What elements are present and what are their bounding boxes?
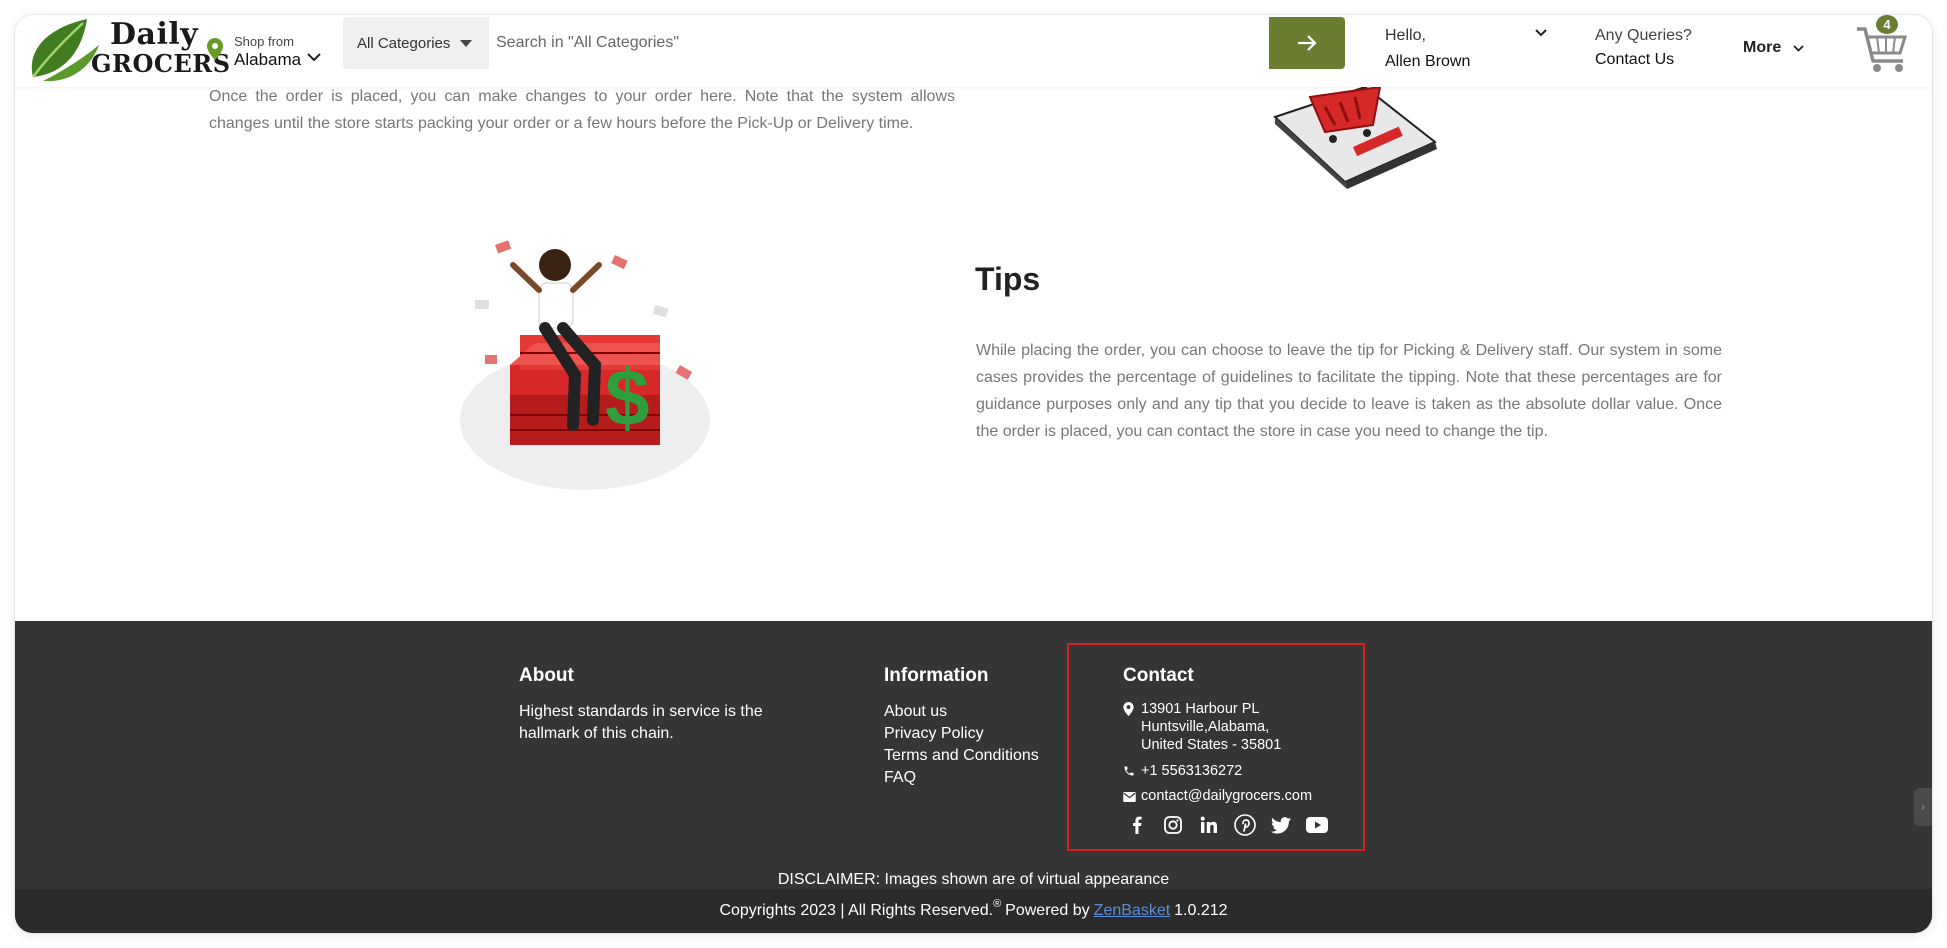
footer-link-faq[interactable]: FAQ [884, 767, 1039, 789]
tips-paragraph: While placing the order, you can choose … [976, 342, 1722, 440]
more-menu[interactable]: More [1743, 33, 1804, 63]
facebook-icon[interactable] [1125, 813, 1149, 837]
search-submit-button[interactable] [1269, 17, 1345, 69]
category-dropdown-label: All Categories [357, 34, 451, 52]
instagram-icon[interactable] [1161, 813, 1185, 837]
tips-money-illustration: $ [460, 240, 710, 490]
daily-grocers-logo[interactable]: Daily GROCERS [25, 15, 230, 87]
about-heading: About [519, 665, 574, 686]
shop-from-value: Alabama [234, 50, 302, 69]
location-pin-icon [1123, 700, 1141, 754]
chevron-down-icon [1535, 29, 1547, 37]
mail-icon [1123, 787, 1141, 807]
disclaimer-text: DISCLAIMER: Images shown are of virtual … [777, 871, 1170, 888]
top-header: Daily GROCERS Shop from Alabama All Cate… [15, 15, 1932, 87]
contact-email[interactable]: contact@dailygrocers.com [1123, 787, 1312, 807]
category-dropdown[interactable]: All Categories [343, 17, 489, 69]
registered-mark: ® [993, 898, 1002, 910]
youtube-icon[interactable] [1305, 813, 1329, 837]
search-input[interactable] [489, 17, 1269, 69]
caret-down-icon [460, 39, 473, 47]
contact-heading: Contact [1123, 665, 1194, 686]
queries-label: Any Queries? [1595, 27, 1692, 44]
email-address: contact@dailygrocers.com [1141, 788, 1313, 804]
site-footer: About Highest standards in service is th… [15, 621, 1932, 933]
zenbasket-link[interactable]: ZenBasket [1094, 902, 1170, 920]
shop-from-label: Shop from [234, 34, 294, 49]
linkedin-icon[interactable] [1197, 813, 1221, 837]
phone-icon [1123, 762, 1141, 782]
footer-link-privacy-policy[interactable]: Privacy Policy [884, 723, 1039, 745]
greeting-text: Hello, [1385, 27, 1426, 44]
user-name: Allen Brown [1385, 53, 1471, 70]
contact-us-link[interactable]: Any Queries? Contact Us [1595, 21, 1715, 73]
svg-text:$: $ [605, 353, 650, 442]
contact-us-text: Contact Us [1595, 51, 1675, 68]
information-heading: Information [884, 665, 989, 686]
shop-from-selector[interactable]: Shop from Alabama [207, 25, 327, 75]
order-changes-paragraph: Once the order is placed, you can make c… [209, 88, 955, 132]
cart-button[interactable]: 4 [1855, 15, 1911, 75]
phone-number: +1 5563136272 [1141, 763, 1243, 779]
contact-phone[interactable]: +1 5563136272 [1123, 762, 1242, 782]
cart-count-badge: 4 [1876, 15, 1898, 34]
version-text: 1.0.212 [1174, 902, 1228, 919]
about-text: Highest standards in service is the hall… [519, 703, 763, 742]
chevron-down-icon [1793, 44, 1804, 52]
footer-link-terms[interactable]: Terms and Conditions [884, 745, 1039, 767]
search-bar: All Categories [343, 17, 1345, 69]
browser-page: Daily GROCERS Shop from Alabama All Cate… [15, 15, 1932, 933]
location-pin-icon [207, 38, 223, 60]
powered-by-text: Powered by [1005, 902, 1090, 919]
copyright-text: Copyrights 2023 | All Rights Reserved. [719, 902, 994, 919]
address-line-1: 13901 Harbour PL [1141, 701, 1260, 717]
arrow-right-icon [1298, 35, 1317, 51]
pinterest-icon[interactable] [1233, 813, 1257, 837]
address-line-2: Huntsville,Alabama, [1141, 719, 1270, 735]
contact-address: 13901 Harbour PL Huntsville,Alabama, Uni… [1123, 700, 1281, 754]
more-label: More [1743, 39, 1782, 56]
twitter-icon[interactable] [1269, 813, 1293, 837]
user-account-menu[interactable]: Hello, Allen Brown [1385, 21, 1555, 73]
footer-link-about-us[interactable]: About us [884, 701, 1039, 723]
social-links [1125, 813, 1329, 837]
copyright-bar: Copyrights 2023 | All Rights Reserved. ®… [15, 889, 1932, 933]
logo-text-daily: Daily [110, 17, 199, 52]
side-drawer-handle[interactable]: › [1914, 788, 1932, 826]
phone-cart-illustration [1273, 87, 1437, 189]
tips-heading: Tips [975, 261, 1041, 297]
address-line-3: United States - 35801 [1141, 737, 1282, 753]
chevron-down-icon [307, 53, 321, 62]
information-links: About us Privacy Policy Terms and Condit… [884, 701, 1039, 789]
